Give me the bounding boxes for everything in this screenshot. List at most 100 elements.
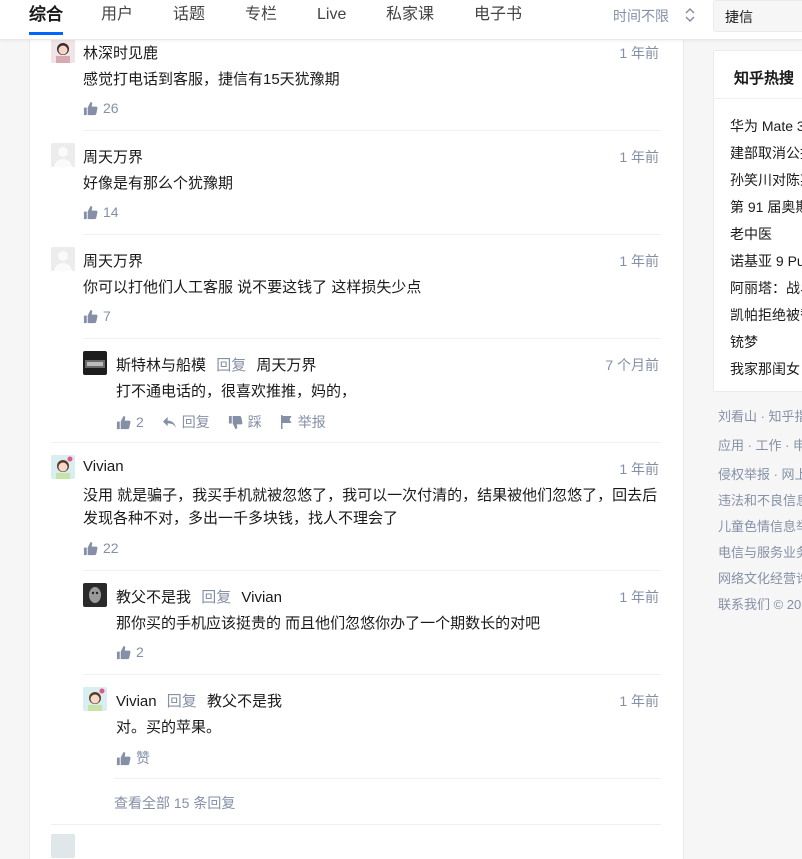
comment-time: 1 年前 <box>619 253 659 269</box>
dislike-label: 踩 <box>247 414 262 430</box>
flag-icon <box>280 415 292 429</box>
thumbs-down-icon <box>228 415 243 429</box>
like-count: 14 <box>103 204 119 220</box>
footer-link[interactable]: 侵权举报 · 网上 <box>718 464 802 483</box>
comment-author[interactable]: 周天万界 <box>83 250 143 271</box>
like-count: 2 <box>136 644 144 660</box>
avatar[interactable] <box>51 834 75 858</box>
tab-live[interactable]: Live <box>317 5 346 31</box>
reply-header: 斯特林与船模 回复 周天万界 <box>116 354 316 375</box>
avatar[interactable] <box>51 143 75 167</box>
footer-link[interactable]: 应用 · 工作 · 申 <box>718 435 802 454</box>
like-button[interactable]: 2 <box>116 414 144 430</box>
sort-updown-icon[interactable] <box>684 5 696 25</box>
reply-label: 回复 <box>181 414 210 430</box>
reply-button[interactable]: 回复 <box>162 412 210 432</box>
footer-link[interactable]: 电信与服务业务 <box>718 542 802 561</box>
like-button[interactable]: 26 <box>83 100 119 116</box>
reply-word: 回复 <box>216 357 247 374</box>
like-button[interactable]: 22 <box>83 540 119 556</box>
like-count: 2 <box>136 414 144 430</box>
time-filter[interactable]: 时间不限 <box>613 6 669 26</box>
footer-link[interactable]: 刘看山 · 知乎指 <box>718 406 802 425</box>
reply-text: 对。买的苹果。 <box>116 719 222 736</box>
reply-text: 打不通电话的，很喜欢推推，妈的， <box>116 383 357 400</box>
hot-search-item[interactable]: 第 91 届奥斯 <box>730 197 802 217</box>
tab-users[interactable]: 用户 <box>101 5 133 31</box>
avatar[interactable] <box>83 351 107 375</box>
like-button[interactable]: 7 <box>83 308 111 324</box>
footer-link[interactable]: 联系我们 © 20 <box>718 594 801 613</box>
search-query: 捷信 <box>725 9 753 25</box>
reply-author[interactable]: 教父不是我 <box>116 589 191 606</box>
divider <box>714 98 802 99</box>
reply-target[interactable]: Vivian <box>241 589 282 606</box>
thumbs-up-icon <box>83 101 98 115</box>
reply-target[interactable]: 教父不是我 <box>207 693 282 710</box>
dislike-button[interactable]: 踩 <box>228 412 262 432</box>
hot-search-card: 知乎热搜 华为 Mate 3 建部取消公摊 孙笑川对陈某 第 91 届奥斯 老中… <box>713 50 802 392</box>
search-input[interactable]: 捷信 <box>713 0 802 32</box>
reply-word: 回复 <box>201 589 232 606</box>
reply-actions: 2 回复 踩 举报 <box>116 412 340 432</box>
avatar[interactable] <box>83 583 107 607</box>
comment-actions: 26 <box>83 100 133 116</box>
hot-search-item[interactable]: 建部取消公摊 <box>730 143 802 163</box>
divider <box>83 570 661 571</box>
tab-courses[interactable]: 私家课 <box>386 5 434 31</box>
like-count: 赞 <box>136 750 150 766</box>
like-button[interactable]: 2 <box>116 644 144 660</box>
footer-link[interactable]: 儿童色情信息举 <box>718 516 802 535</box>
avatar[interactable] <box>51 39 75 63</box>
comment-actions: 22 <box>83 540 133 556</box>
report-button[interactable]: 举报 <box>280 412 326 432</box>
footer-link[interactable]: 网络文化经营许 <box>718 568 802 587</box>
thumbs-up-icon <box>83 541 98 555</box>
divider <box>51 824 661 825</box>
hot-search-item[interactable]: 华为 Mate 3 <box>730 116 802 136</box>
avatar[interactable] <box>51 247 75 271</box>
comment-author[interactable]: 林深时见鹿 <box>83 42 158 63</box>
hot-search-item[interactable]: 阿丽塔：战斗 <box>730 278 802 298</box>
comment-text-line1: 没用 就是骗子，我买手机就被忽悠了，我可以一次付清的，结果被他们忽悠了，回去后 <box>83 487 658 504</box>
reply-target[interactable]: 周天万界 <box>256 357 316 374</box>
thumbs-up-icon <box>116 415 131 429</box>
divider <box>114 778 661 779</box>
footer-link[interactable]: 违法和不良信息 <box>718 490 802 509</box>
comment-text: 感觉打电话到客服，捷信有15天犹豫期 <box>83 71 340 88</box>
tab-topics[interactable]: 话题 <box>173 5 205 31</box>
tab-columns[interactable]: 专栏 <box>245 5 277 31</box>
hot-search-item[interactable]: 铳梦 <box>730 332 758 352</box>
reply-author[interactable]: Vivian <box>116 693 157 710</box>
divider <box>51 442 661 443</box>
reply-author[interactable]: 斯特林与船模 <box>116 357 206 374</box>
avatar[interactable] <box>51 455 75 479</box>
tab-general[interactable]: 综合 <box>29 5 63 35</box>
hot-search-item[interactable]: 诺基亚 9 Pu <box>730 251 802 271</box>
thumbs-up-icon <box>116 751 131 765</box>
divider <box>83 338 661 339</box>
reply-actions: 赞 <box>116 748 164 768</box>
search-tabs-bar: 综合 用户 话题 专栏 Live 私家课 电子书 时间不限 捷信 <box>0 0 802 40</box>
like-button[interactable]: 14 <box>83 204 119 220</box>
avatar[interactable] <box>83 687 107 711</box>
view-all-replies-link[interactable]: 查看全部 15 条回复 <box>114 793 235 813</box>
divider <box>83 234 661 235</box>
thumbs-up-icon <box>83 205 98 219</box>
comment-text-line2: 发现各种不对，多出一千多块钱，找人不理会了 <box>83 510 399 527</box>
reply-actions: 2 <box>116 644 158 660</box>
like-count: 26 <box>103 100 119 116</box>
hot-search-item[interactable]: 老中医 <box>730 224 772 244</box>
like-button[interactable]: 赞 <box>116 748 150 768</box>
comment-author[interactable]: 周天万界 <box>83 146 143 167</box>
reply-time: 1 年前 <box>619 589 659 605</box>
tab-ebooks[interactable]: 电子书 <box>474 5 522 31</box>
reply-time: 7 个月前 <box>605 357 659 373</box>
reply-header: 教父不是我 回复 Vivian <box>116 586 282 607</box>
hot-search-item[interactable]: 我家那闺女 <box>730 359 800 379</box>
hot-search-item[interactable]: 孙笑川对陈某 <box>730 170 802 190</box>
comment-author[interactable]: Vivian <box>83 458 124 475</box>
comment-time: 1 年前 <box>619 149 659 165</box>
hot-search-item[interactable]: 凯帕拒绝被替 <box>730 305 802 325</box>
reply-word: 回复 <box>166 693 197 710</box>
